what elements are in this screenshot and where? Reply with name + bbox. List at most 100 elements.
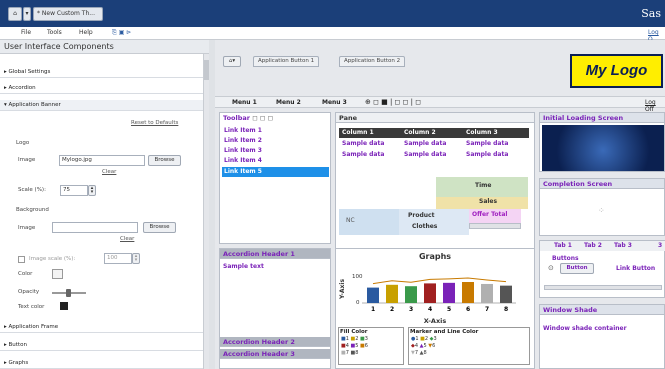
section-label: Application Banner <box>8 102 61 108</box>
logo-frame: My Logo <box>570 54 663 88</box>
crosstab-scrollbar[interactable] <box>469 223 521 229</box>
app-menu-2[interactable]: Menu 2 <box>276 99 301 106</box>
scale-field[interactable]: 75 <box>60 185 88 196</box>
menu-file[interactable]: File <box>21 29 31 36</box>
section-button[interactable]: ▸ Button <box>0 340 203 351</box>
image-field[interactable]: Mylogo.jpg <box>59 155 145 166</box>
table-row[interactable]: Sample data Sample data Sample data <box>339 150 529 160</box>
image-scale-field[interactable]: 100 <box>104 253 132 264</box>
x-tick-label: 7 <box>485 306 489 313</box>
bg-browse-button[interactable]: Browse <box>143 222 176 233</box>
home-icon[interactable]: ⌂ <box>8 7 22 21</box>
tab-2[interactable]: Tab 2 <box>584 242 602 249</box>
components-panel: User Interface Components ▸ Global Setti… <box>0 40 209 369</box>
color-swatch[interactable] <box>52 269 63 279</box>
brand-logo: Sas <box>641 7 661 20</box>
bar <box>443 282 455 303</box>
y-tick-0: 0 <box>356 300 360 306</box>
info-icon[interactable]: ⊙ <box>548 264 554 272</box>
pane-title: Pane <box>336 113 534 123</box>
tab-3[interactable]: Tab 3 <box>614 242 632 249</box>
menu-bar: File Tools Help ⎘ ▣ ⊳ Log O <box>0 27 665 43</box>
image-scale-stepper[interactable]: ▴ ▾ <box>132 253 140 264</box>
accordion-text: Sample text <box>223 263 264 270</box>
chevron-down-icon[interactable]: ▾ <box>23 7 31 21</box>
toolbar-panel: Toolbar ◻ ◻ ◻ Link Item 1 Link Item 2 Li… <box>219 112 331 244</box>
completion-screen-panel: Completion Screen ⁘ <box>539 178 665 236</box>
crosstab-offer: Offer Total <box>469 209 521 223</box>
menu-tools[interactable]: Tools <box>47 29 62 36</box>
column-header[interactable]: Column 2 <box>401 128 436 138</box>
x-tick-label: 6 <box>466 306 470 313</box>
link-item[interactable]: Link Item 1 <box>224 127 262 134</box>
sample-button[interactable]: Button <box>560 263 594 274</box>
bg-image-label: Image <box>18 225 36 231</box>
section-accordion[interactable]: ▸ Accordion <box>0 83 203 94</box>
background-heading: Background <box>16 207 49 213</box>
save-icon[interactable]: ⎘ ▣ ⊳ <box>112 29 131 37</box>
bg-image-field[interactable] <box>52 222 138 233</box>
image-label: Image <box>18 157 36 163</box>
tabs-scrollbar[interactable] <box>544 285 662 290</box>
link-button[interactable]: Link Button <box>616 265 655 272</box>
scale-stepper[interactable]: ▴ ▾ <box>88 185 96 196</box>
x-tick-label: 3 <box>409 306 413 313</box>
menu-help[interactable]: Help <box>79 29 93 36</box>
window-shade-panel: Window Shade Window shade container <box>539 304 665 369</box>
column-header[interactable]: Column 1 <box>339 128 374 138</box>
section-application-frame[interactable]: ▸ Application Frame <box>0 322 203 333</box>
link-item[interactable]: Link Item 5 <box>224 168 262 175</box>
fill-color-legend: Fill Color ■1 ■2 ■3 ■4 ■5 ■6 ■7 ■8 <box>338 327 404 365</box>
link-item[interactable]: Link Item 3 <box>224 147 262 154</box>
tab-1[interactable]: Tab 1 <box>554 242 572 249</box>
home-icon[interactable]: ⌂▾ <box>223 56 241 67</box>
app-toolbar-icons[interactable]: ⊕ ◻ ■ | ◻ ◻ | ◻ <box>365 98 421 106</box>
browse-button[interactable]: Browse <box>148 155 181 166</box>
tab-strip: Tab 1 Tab 2 Tab 3 3 <box>540 241 665 251</box>
app-menu-3[interactable]: Menu 3 <box>322 99 347 106</box>
app-button-1[interactable]: Application Button 1 <box>253 56 320 67</box>
section-application-banner[interactable]: ▾ Application Banner <box>0 100 203 111</box>
table-cell: Sample data <box>342 151 385 158</box>
buttons-label: Buttons <box>552 255 579 262</box>
crosstab-nc: NC <box>339 209 399 235</box>
crosstab-time-header: Time <box>436 177 528 197</box>
x-tick-label: 2 <box>390 306 394 313</box>
opacity-slider-handle[interactable] <box>66 289 71 297</box>
theme-tab[interactable]: * New Custom Th... <box>33 7 103 21</box>
bar <box>500 285 512 303</box>
app-menu-1[interactable]: Menu 1 <box>232 99 257 106</box>
scale-label: Scale (%): <box>18 187 46 193</box>
crosstab-sales-header: Sales <box>436 197 528 209</box>
window-shade-title[interactable]: Window Shade <box>540 305 664 315</box>
x-tick-label: 4 <box>428 306 432 313</box>
bg-clear-link[interactable]: Clear <box>120 236 134 242</box>
bar <box>481 283 493 303</box>
accordion-header-3[interactable]: Accordion Header 3 <box>220 349 330 359</box>
table-cell: Sample data <box>466 151 509 158</box>
image-scale-checkbox[interactable] <box>18 256 25 263</box>
tab-overflow[interactable]: 3 <box>658 242 662 249</box>
bar <box>367 287 379 303</box>
app-logoff-link[interactable]: Log Off <box>645 99 665 113</box>
link-item[interactable]: Link Item 4 <box>224 157 262 164</box>
column-header[interactable]: Column 3 <box>463 128 498 138</box>
marker-legend-swatches: ●1 ■2 ◆3 ◆4 ▲5 ▼6 ▼7 ▲8 <box>411 336 437 356</box>
loading-screen-panel: Initial Loading Screen <box>539 112 665 172</box>
section-global-settings[interactable]: ▸ Global Settings <box>0 67 203 78</box>
link-item[interactable]: Link Item 2 <box>224 137 262 144</box>
bar <box>424 283 436 303</box>
table-cell: Sample data <box>466 140 509 147</box>
app-button-2[interactable]: Application Button 2 <box>339 56 406 67</box>
reset-defaults-link[interactable]: Reset to Defaults <box>131 120 178 126</box>
app-logo: My Logo <box>572 56 661 86</box>
table-row[interactable]: Sample data Sample data Sample data <box>339 139 529 149</box>
accordion-panel: Accordion Header 1 Sample text Accordion… <box>219 248 331 369</box>
text-color-swatch[interactable] <box>60 302 68 310</box>
x-tick-label: 1 <box>371 306 375 313</box>
accordion-header-1[interactable]: Accordion Header 1 <box>220 249 330 259</box>
section-graphs[interactable]: ▸ Graphs <box>0 358 203 369</box>
accordion-header-2[interactable]: Accordion Header 2 <box>220 337 330 347</box>
clear-link[interactable]: Clear <box>102 169 116 175</box>
section-label: Button <box>8 342 27 348</box>
